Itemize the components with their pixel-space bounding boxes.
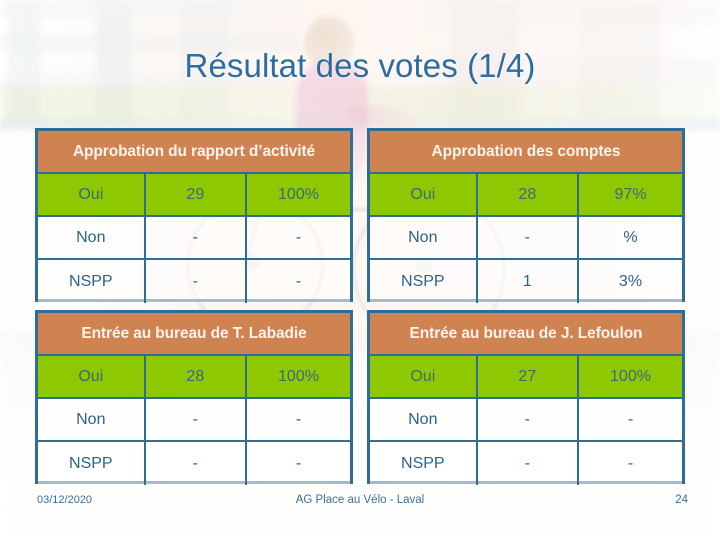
table-header-label: Approbation du rapport d’activité [72, 142, 316, 160]
cell-count: - [478, 399, 580, 440]
cell-count: - [146, 217, 248, 258]
slide-footer: 03/12/2020 AG Place au Vélo - Laval 24 [0, 494, 720, 518]
table-header: Approbation du rapport d’activité [38, 131, 350, 174]
vote-table-approbation-rapport: Approbation du rapport d’activité Oui 29… [35, 128, 353, 303]
cell-percent: - [295, 410, 302, 428]
table-row: Oui 29 100% [38, 174, 350, 217]
table-row: NSPP - - [38, 442, 350, 485]
cell-percent: 3% [618, 272, 643, 290]
cell-count: - [146, 442, 248, 485]
page-title: Résultat des votes (1/4) [184, 47, 536, 84]
cell-count: - [478, 217, 580, 258]
cell-label: Oui [38, 356, 146, 397]
cell-label: NSPP [370, 442, 478, 485]
table-row: Non - % [370, 217, 682, 260]
cell-count: - [146, 399, 248, 440]
cell-percent: - [295, 228, 302, 246]
cell-label: Non [370, 217, 478, 258]
table-header-label: Approbation des comptes [431, 142, 621, 160]
table-row: Non - - [38, 399, 350, 442]
tables-row-top: Approbation du rapport d’activité Oui 29… [35, 128, 685, 303]
cell-label: Non [370, 399, 478, 440]
cell-count: 1 [478, 260, 580, 303]
table-header: Entrée au bureau de T. Labadie [38, 313, 350, 356]
cell-label: Non [38, 399, 146, 440]
cell-label: Oui [370, 174, 478, 215]
cell-label: NSPP [38, 442, 146, 485]
cell-label: Oui [370, 356, 478, 397]
table-row: Oui 28 100% [38, 356, 350, 399]
table-row: NSPP - - [38, 260, 350, 303]
results-tables: Approbation du rapport d’activité Oui 29… [35, 128, 685, 485]
table-header-label: Entrée au bureau de T. Labadie [81, 324, 307, 342]
cell-count: - [478, 442, 580, 485]
tables-row-bottom: Entrée au bureau de T. Labadie Oui 28 10… [35, 310, 685, 485]
vote-table-approbation-comptes: Approbation des comptes Oui 28 97% Non -… [367, 128, 685, 303]
table-row: Oui 28 97% [370, 174, 682, 217]
cell-percent: 100% [278, 185, 319, 203]
table-row: NSPP 1 3% [370, 260, 682, 303]
table-header-label: Entrée au bureau de J. Lefoulon [409, 324, 643, 342]
cell-count: 27 [478, 356, 580, 397]
cell-percent: 97% [614, 185, 647, 203]
cell-count: 28 [146, 356, 248, 397]
cell-count: 28 [478, 174, 580, 215]
cell-percent: - [295, 272, 302, 290]
vote-table-bureau-lefoulon: Entrée au bureau de J. Lefoulon Oui 27 1… [367, 310, 685, 485]
footer-event-name: AG Place au Vélo - Laval [295, 494, 425, 506]
cell-count: - [146, 260, 248, 303]
cell-percent: % [623, 228, 638, 246]
cell-percent: - [627, 454, 634, 472]
cell-label: Non [38, 217, 146, 258]
table-row: NSPP - - [370, 442, 682, 485]
table-header: Approbation des comptes [370, 131, 682, 174]
table-row: Oui 27 100% [370, 356, 682, 399]
cell-count: 29 [146, 174, 248, 215]
cell-percent: - [627, 410, 634, 428]
cell-label: Oui [38, 174, 146, 215]
footer-page-number: 24 [675, 494, 688, 506]
cell-label: NSPP [370, 260, 478, 303]
table-row: Non - - [370, 399, 682, 442]
background-hedge [0, 86, 720, 130]
cell-percent: 100% [610, 367, 651, 385]
vote-table-bureau-labadie: Entrée au bureau de T. Labadie Oui 28 10… [35, 310, 353, 485]
table-header: Entrée au bureau de J. Lefoulon [370, 313, 682, 356]
cell-label: NSPP [38, 260, 146, 303]
slide: Résultat des votes (1/4) Approbation du … [0, 0, 720, 540]
cell-percent: - [295, 454, 302, 472]
cell-percent: 100% [278, 367, 319, 385]
table-row: Non - - [38, 217, 350, 260]
